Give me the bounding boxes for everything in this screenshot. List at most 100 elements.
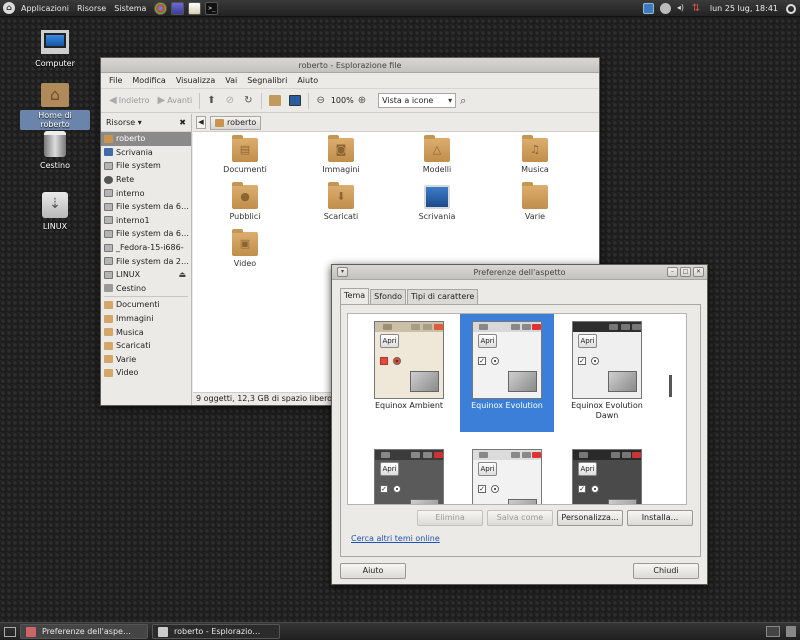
help-button[interactable]: Aiuto bbox=[340, 563, 406, 579]
sidebar-bookmark-immagini[interactable]: Immagini bbox=[101, 312, 191, 326]
stop-button[interactable]: ⊘ bbox=[222, 92, 240, 110]
path-scroll-left-icon[interactable]: ◀ bbox=[196, 116, 206, 129]
window-menu-icon[interactable]: ▾ bbox=[337, 267, 348, 277]
menu-bookmarks[interactable]: Segnalibri bbox=[242, 76, 292, 85]
menu-view[interactable]: Visualizza bbox=[171, 76, 220, 85]
sidebar-item-file-system[interactable]: File system bbox=[101, 159, 191, 173]
close-sidebar-icon[interactable]: ✖ bbox=[179, 118, 186, 127]
preview-radio bbox=[591, 357, 599, 365]
theme-item[interactable]: Apri ✓ bbox=[362, 442, 456, 504]
tab-theme[interactable]: Tema bbox=[340, 288, 370, 304]
file-manager-titlebar[interactable]: roberto - Esplorazione file bbox=[101, 58, 599, 73]
theme-equinox-evolution[interactable]: Apri ✓ Equinox Evolution bbox=[460, 314, 554, 432]
sidebar-bookmark-scaricati[interactable]: Scaricati bbox=[101, 339, 191, 353]
more-themes-link[interactable]: Cerca altri temi online bbox=[351, 534, 440, 543]
sidebar-type-select[interactable]: Risorse ▾ bbox=[106, 118, 142, 127]
menu-edit[interactable]: Modifica bbox=[127, 76, 170, 85]
theme-list-scrollbar[interactable] bbox=[669, 375, 672, 397]
taskbar-item-appearance[interactable]: Preferenze dell'aspe… bbox=[20, 624, 148, 639]
sidebar-bookmark-varie[interactable]: Varie bbox=[101, 353, 191, 367]
show-desktop-icon[interactable] bbox=[4, 626, 16, 637]
file-item-scaricati[interactable]: ⬇ Scaricati bbox=[311, 182, 371, 221]
up-button[interactable]: ⬆ bbox=[203, 92, 221, 110]
volume-icon[interactable] bbox=[677, 3, 686, 14]
sidebar-item-fedora[interactable]: _Fedora-15-i686- bbox=[101, 241, 191, 255]
desktop-icon-label: Home di roberto bbox=[20, 110, 90, 130]
menu-applications[interactable]: Applicazioni bbox=[17, 4, 73, 13]
file-item-varie[interactable]: Varie bbox=[505, 182, 565, 221]
sidebar-bookmark-musica[interactable]: Musica bbox=[101, 325, 191, 339]
home-folder-icon bbox=[41, 83, 69, 107]
file-item-video[interactable]: ▣ Video bbox=[215, 229, 275, 268]
theme-item[interactable]: Apri ✓ bbox=[560, 442, 654, 504]
tab-fonts[interactable]: Tipi di carattere bbox=[407, 289, 479, 304]
sidebar-item-roberto[interactable]: roberto bbox=[101, 132, 191, 146]
sidebar-item-volume[interactable]: File system da 2… bbox=[101, 254, 191, 268]
theme-equinox-ambient[interactable]: Apri Equinox Ambient bbox=[362, 314, 456, 432]
sidebar-item-volume[interactable]: File system da 6… bbox=[101, 200, 191, 214]
sidebar-item-rete[interactable]: Rete bbox=[101, 173, 191, 187]
close-icon[interactable]: ✕ bbox=[693, 267, 704, 277]
power-icon[interactable] bbox=[786, 3, 796, 14]
back-button[interactable]: ◀ Indietro bbox=[105, 92, 154, 110]
computer-button-icon[interactable] bbox=[289, 95, 302, 106]
desktop-usb-drive[interactable]: LINUX bbox=[20, 192, 90, 232]
eject-icon[interactable]: ⏏ bbox=[178, 270, 186, 279]
file-item-documenti[interactable]: ▤ Documenti bbox=[215, 135, 275, 174]
forward-button[interactable]: ▶ Avanti bbox=[154, 92, 197, 110]
file-item-pubblici[interactable]: ● Pubblici bbox=[215, 182, 275, 221]
desktop-home[interactable]: Home di roberto bbox=[20, 81, 90, 130]
tab-background[interactable]: Sfondo bbox=[370, 289, 406, 304]
workspace-switcher[interactable] bbox=[766, 626, 780, 637]
sidebar-bookmark-documenti[interactable]: Documenti bbox=[101, 298, 191, 312]
sidebar-item-linux[interactable]: LINUX ⏏ bbox=[101, 268, 191, 282]
mail-launcher-icon[interactable] bbox=[171, 1, 185, 15]
menu-system[interactable]: Sistema bbox=[110, 4, 150, 13]
file-item-immagini[interactable]: ◙ Immagini bbox=[311, 135, 371, 174]
close-button[interactable]: Chiudi bbox=[633, 563, 699, 579]
desktop-computer[interactable]: Computer bbox=[20, 30, 90, 69]
sidebar-bookmark-video[interactable]: Video bbox=[101, 366, 191, 380]
sidebar-item-interno[interactable]: interno bbox=[101, 186, 191, 200]
file-item-modelli[interactable]: △ Modelli bbox=[407, 135, 467, 174]
zoom-out-button[interactable]: ⊖ bbox=[312, 92, 330, 110]
zoom-in-button[interactable]: ⊕ bbox=[354, 92, 372, 110]
save-as-button[interactable]: Salva come bbox=[487, 510, 553, 526]
customize-button[interactable]: Personalizza... bbox=[557, 510, 623, 526]
delete-theme-button[interactable]: Elimina bbox=[417, 510, 483, 526]
preview-checkbox: ✓ bbox=[578, 357, 586, 365]
sidebar-item-scrivania[interactable]: Scrivania bbox=[101, 146, 191, 160]
search-button[interactable]: ⌕ bbox=[456, 92, 472, 110]
trash-applet-icon[interactable] bbox=[786, 626, 796, 637]
reload-button[interactable]: ↻ bbox=[240, 92, 258, 110]
menu-file[interactable]: File bbox=[104, 76, 127, 85]
settings-gear-icon[interactable] bbox=[659, 3, 671, 14]
preview-radio bbox=[491, 485, 499, 493]
sidebar-item-interno1[interactable]: interno1 bbox=[101, 214, 191, 228]
path-button-roberto[interactable]: roberto bbox=[210, 115, 262, 130]
maximize-icon[interactable]: □ bbox=[680, 267, 691, 277]
update-notifier-icon[interactable] bbox=[642, 3, 654, 14]
file-item-scrivania[interactable]: Scrivania bbox=[407, 185, 467, 221]
menu-go[interactable]: Vai bbox=[220, 76, 242, 85]
minimize-icon[interactable]: – bbox=[667, 267, 678, 277]
view-mode-select[interactable]: Vista a icone bbox=[378, 93, 457, 108]
home-button-icon[interactable] bbox=[269, 95, 282, 106]
menu-places[interactable]: Risorse bbox=[73, 4, 110, 13]
theme-item[interactable]: Apri ✓ bbox=[460, 442, 554, 504]
sidebar-item-cestino[interactable]: Cestino bbox=[101, 282, 191, 296]
clock[interactable]: lun 25 lug, 18:41 bbox=[706, 4, 782, 13]
desktop-trash[interactable]: Cestino bbox=[20, 129, 90, 171]
network-icon[interactable] bbox=[692, 3, 703, 14]
gnome-foot-icon[interactable]: ⌂ bbox=[3, 2, 15, 14]
sidebar-item-volume[interactable]: File system da 6… bbox=[101, 227, 191, 241]
menu-help[interactable]: Aiuto bbox=[292, 76, 323, 85]
appearance-titlebar[interactable]: ▾ Preferenze dell'aspetto – □ ✕ bbox=[332, 265, 707, 280]
chrome-launcher-icon[interactable] bbox=[154, 1, 168, 15]
file-item-musica[interactable]: ♫ Musica bbox=[505, 135, 565, 174]
taskbar-item-file-manager[interactable]: roberto - Esplorazio… bbox=[152, 624, 280, 639]
text-editor-launcher-icon[interactable] bbox=[188, 1, 202, 15]
theme-equinox-evolution-dawn[interactable]: Apri ✓ Equinox Evolution Dawn bbox=[560, 314, 654, 432]
install-button[interactable]: Installa... bbox=[627, 510, 693, 526]
terminal-launcher-icon[interactable]: >_ bbox=[205, 1, 219, 15]
